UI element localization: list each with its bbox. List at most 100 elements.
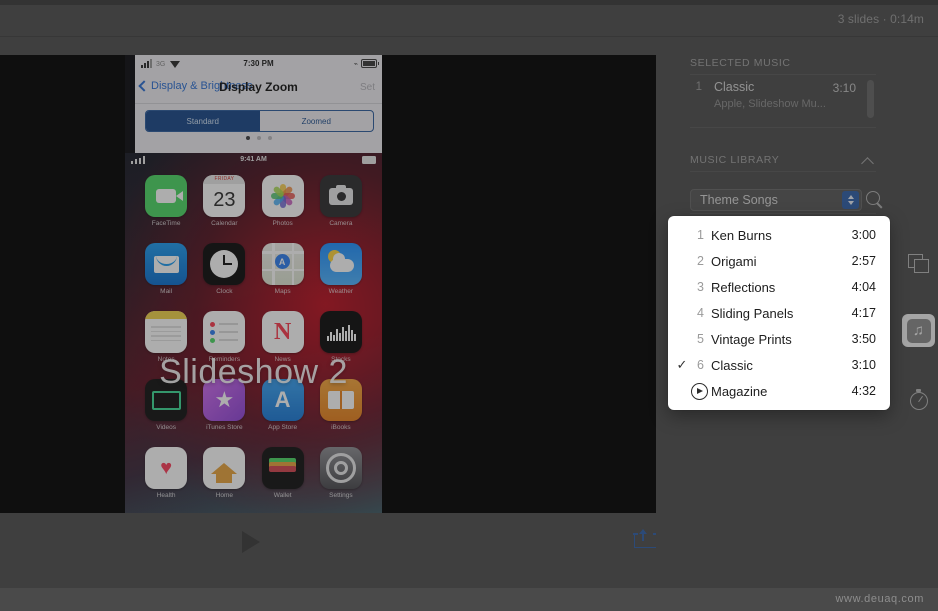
app-tile[interactable]: Wallet [260, 447, 306, 499]
app-label: Wallet [273, 492, 292, 499]
check-icon: ✓ [676, 357, 688, 372]
dropdown-item-index: 1 [697, 228, 704, 242]
slide-canvas[interactable]: 3G 7:30 PM ⌁ Display & Brightness Displa… [0, 55, 656, 513]
app-tile[interactable]: Settings [318, 447, 364, 499]
lock-icon: ⌁ [353, 60, 358, 68]
clock-icon [203, 243, 246, 285]
wallet-icon [261, 447, 304, 489]
app-label: Calendar [211, 220, 238, 227]
dropdown-item-duration: 4:32 [851, 384, 876, 398]
dropdown-item-label: Sliding Panels [711, 305, 794, 321]
calendar-day: 23 [213, 189, 236, 211]
app-label: iBooks [331, 424, 351, 431]
dropdown-item[interactable]: 5 Vintage Prints 3:50 [668, 326, 890, 352]
app-label: Clock [216, 288, 233, 295]
dropdown-item-index: 3 [697, 280, 704, 294]
app-label: Mail [160, 288, 173, 295]
dropdown-item[interactable]: 2 Origami 2:57 [668, 248, 890, 274]
app-tile[interactable]: FaceTime [143, 175, 189, 227]
home-status-bar: 9:41 AM [125, 153, 382, 167]
calendar-icon: FRIDAY 23 [203, 175, 246, 217]
home-app-icon [203, 447, 246, 489]
search-icon[interactable] [865, 190, 885, 210]
watermark-label: www.deuaq.com [835, 593, 924, 605]
segment-standard[interactable]: Standard [146, 111, 260, 131]
slides-duration-label: 3 slides · 0:14m [837, 12, 924, 26]
dropdown-item-index: 5 [697, 332, 704, 346]
weather-icon [319, 243, 362, 285]
rail-button-slides[interactable] [902, 246, 935, 279]
ios-home-screenshot: 9:41 AM FaceTime FRIDAY 23 Calendar Phot… [125, 153, 382, 513]
dropdown-item-index: 4 [697, 306, 704, 320]
app-label: Videos [156, 424, 176, 431]
ios-settings-screenshot: 3G 7:30 PM ⌁ Display & Brightness Displa… [135, 55, 382, 153]
stopwatch-icon [909, 388, 929, 410]
music-source-select[interactable]: Theme Songs [690, 189, 862, 211]
app-label: Health [156, 492, 176, 499]
dropdown-item-label: Reflections [711, 279, 776, 295]
slides-icon [908, 253, 929, 273]
dropdown-item[interactable]: 3 Reflections 4:04 [668, 274, 890, 300]
calendar-month: FRIDAY [203, 175, 246, 184]
mail-icon [145, 243, 188, 285]
selected-track-row[interactable]: 1 Classic Apple, Slideshow Mu... 3:10 [690, 78, 876, 122]
battery-icon [361, 59, 379, 68]
track-name: Classic [714, 80, 755, 94]
dropdown-item-label: Classic [711, 357, 753, 373]
ios-screen-title: Display Zoom [219, 80, 298, 94]
app-label: Settings [329, 492, 353, 499]
app-tile[interactable]: Home [201, 447, 247, 499]
dropdown-item[interactable]: Magazine 4:32 [668, 378, 890, 404]
app-label: Weather [328, 288, 354, 295]
app-label: Camera [329, 220, 353, 227]
ios-set-button[interactable]: Set [360, 82, 375, 93]
facetime-icon [145, 175, 188, 217]
page-indicator-dots [135, 136, 382, 140]
music-note-glyph: ♫ [912, 322, 925, 339]
camera-icon [319, 175, 362, 217]
reminders-icon [203, 311, 246, 353]
app-tile[interactable]: A Maps [260, 243, 306, 295]
home-status-time: 9:41 AM [240, 156, 267, 163]
health-icon: ♥ [145, 447, 188, 489]
export-button[interactable] [633, 529, 658, 548]
app-tile[interactable]: FRIDAY 23 Calendar [201, 175, 247, 227]
app-tile[interactable]: Photos [260, 175, 306, 227]
dropdown-item-duration: 3:00 [851, 228, 876, 242]
dropdown-item-index: 6 [697, 358, 704, 372]
segment-zoomed[interactable]: Zoomed [260, 111, 374, 131]
rail-button-music[interactable]: ♫ [902, 314, 935, 347]
app-tile[interactable]: Weather [318, 243, 364, 295]
music-library-heading: MUSIC LIBRARY [690, 154, 780, 166]
home-screen-app-grid: FaceTime FRIDAY 23 Calendar Photos Camer… [137, 175, 370, 499]
track-index: 1 [695, 81, 702, 93]
inspector-icon-rail: ♫ [899, 37, 938, 587]
dropdown-item[interactable]: 4 Sliding Panels 4:17 [668, 300, 890, 326]
photos-icon [261, 175, 304, 217]
selected-music-scrollbar[interactable] [867, 80, 874, 118]
slide-caption-text: Slideshow 2 [159, 353, 348, 391]
app-tile[interactable]: ♥ Health [143, 447, 189, 499]
play-circle-icon[interactable] [691, 383, 708, 400]
battery-area: ⌁ [353, 59, 379, 68]
chevron-up-icon[interactable] [862, 154, 876, 168]
settings-gear-icon [319, 447, 362, 489]
app-tile[interactable]: Clock [201, 243, 247, 295]
dropdown-item[interactable]: 1 Ken Burns 3:00 [668, 222, 890, 248]
theme-songs-dropdown-menu[interactable]: 1 Ken Burns 3:00 2 Origami 2:57 3 Reflections 4:… [668, 216, 890, 410]
divider [690, 213, 876, 214]
dropdown-item-label: Magazine [711, 383, 768, 399]
dropdown-item-label: Origami [711, 253, 757, 269]
app-label: App Store [268, 424, 298, 431]
app-tile[interactable]: Camera [318, 175, 364, 227]
app-label: Home [215, 492, 234, 499]
rail-button-timing[interactable] [902, 382, 935, 415]
play-button[interactable] [242, 531, 260, 553]
display-zoom-segmented-control[interactable]: Standard Zoomed [145, 110, 374, 132]
app-tile[interactable]: Mail [143, 243, 189, 295]
ios-status-bar: 3G 7:30 PM ⌁ [135, 55, 382, 73]
dropdown-item[interactable]: ✓ 6 Classic 3:10 [668, 352, 890, 378]
ios-nav-bar: Display & Brightness Display Zoom Set [135, 73, 382, 104]
divider [690, 171, 876, 172]
stepper-arrows-icon[interactable] [842, 191, 859, 209]
